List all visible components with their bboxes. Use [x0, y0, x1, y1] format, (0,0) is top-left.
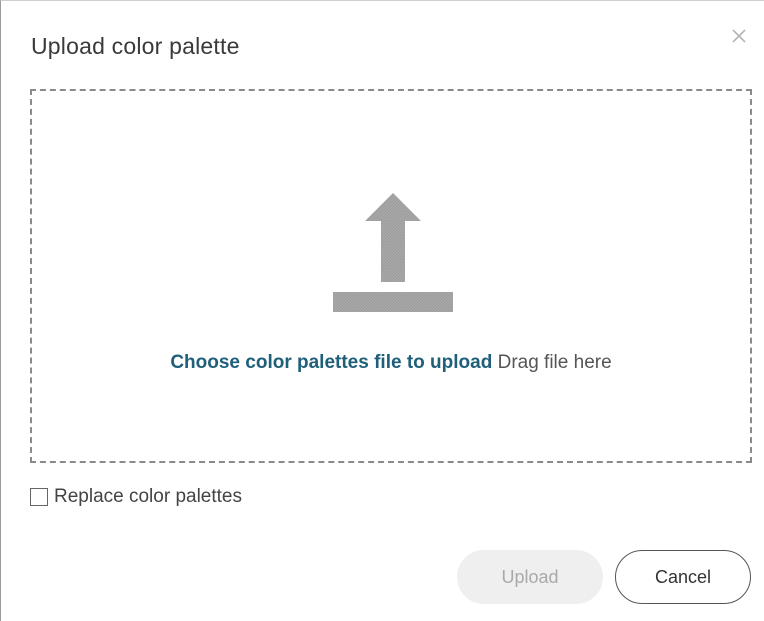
cancel-button[interactable]: Cancel [615, 550, 751, 604]
drag-file-text: Drag file here [497, 352, 612, 373]
dialog-title: Upload color palette [31, 33, 240, 59]
upload-icon [333, 193, 453, 312]
close-icon [732, 29, 746, 43]
file-dropzone[interactable]: Choose color palettes file to upload Dra… [30, 89, 752, 463]
upload-button[interactable]: Upload [457, 550, 603, 604]
replace-palettes-checkbox[interactable] [30, 488, 48, 506]
upload-color-palette-dialog: Upload color palette Choose color palett… [0, 0, 764, 621]
replace-palettes-label: Replace color palettes [54, 486, 242, 507]
close-button[interactable] [728, 25, 750, 47]
choose-file-link[interactable]: Choose color palettes file to upload [170, 352, 492, 373]
drop-instructions: Choose color palettes file to upload Dra… [32, 352, 750, 374]
replace-palettes-option: Replace color palettes [30, 486, 242, 508]
